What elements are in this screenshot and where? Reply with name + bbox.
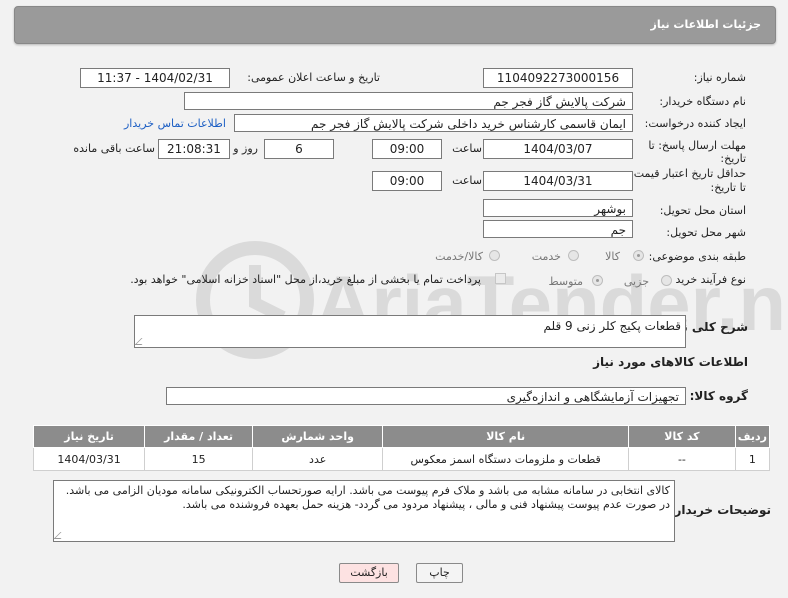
col-unit: واحد شمارش xyxy=(252,425,384,448)
city-field[interactable]: جم xyxy=(483,220,633,238)
goods-group-label: گروه کالا: xyxy=(689,389,748,403)
back-button[interactable]: بازگشت xyxy=(339,563,399,583)
treasury-payment-note: پرداخت تمام یا بخشی از مبلغ خرید،از محل … xyxy=(130,273,481,286)
cell-qty: 15 xyxy=(144,447,254,471)
validity-time-field[interactable]: 09:00 xyxy=(372,171,442,191)
col-code: کد کالا xyxy=(628,425,736,448)
remaining-time-label: ساعت باقی مانده xyxy=(73,142,155,155)
deadline-time-label: ساعت xyxy=(452,142,482,155)
goods-group-field[interactable]: تجهیزات آزمایشگاهی و اندازه‌گیری xyxy=(166,387,686,405)
remaining-time-field[interactable]: 21:08:31 xyxy=(158,139,230,159)
watermark-logo: AriaTender.neT xyxy=(196,241,785,359)
col-row: ردیف xyxy=(734,425,771,448)
buyer-notes-label: توضیحات خریدار: xyxy=(669,503,771,517)
col-date: تاریخ نیاز xyxy=(32,425,146,448)
buyer-notes-text: کالای انتخابی در سامانه مشابه می باشد و … xyxy=(65,484,670,511)
process-option-medium: متوسط xyxy=(548,275,583,288)
process-option-minor: جزیی xyxy=(623,275,649,288)
print-button[interactable]: چاپ xyxy=(416,563,463,583)
need-number-label: شماره نیاز: xyxy=(693,71,746,84)
validity-label: حداقل تاریخ اعتبار قیمت: xyxy=(630,167,746,180)
validity-label-2: تا تاریخ: xyxy=(710,181,746,194)
resize-grip-icon[interactable] xyxy=(53,532,68,539)
validity-time-label: ساعت xyxy=(452,174,482,187)
category-option-service: خدمت xyxy=(531,250,561,263)
category-radio-goods-service[interactable] xyxy=(489,250,500,261)
deadline-label-2: تاریخ: xyxy=(720,152,746,165)
announce-date-label: تاریخ و ساعت اعلان عمومی: xyxy=(247,71,380,84)
cell-row: 1 xyxy=(734,447,771,471)
resize-grip-icon[interactable] xyxy=(134,338,149,345)
process-type-label: نوع فرآیند خرید : xyxy=(668,273,746,286)
province-label: استان محل تحویل: xyxy=(659,204,746,217)
table-row[interactable]: 1 -- قطعات و ملزومات دستگاه اسمز معکوس ع… xyxy=(32,447,771,471)
category-label: طبقه بندی موضوعی: xyxy=(648,250,746,263)
treasury-payment-checkbox[interactable] xyxy=(495,273,506,284)
city-label: شهر محل تحویل: xyxy=(666,226,746,239)
province-field[interactable]: بوشهر xyxy=(483,199,633,217)
buyer-notes-field[interactable]: کالای انتخابی در سامانه مشابه می باشد و … xyxy=(53,480,675,542)
goods-section-title: اطلاعات کالاهای مورد نیاز xyxy=(593,355,748,369)
process-radio-medium[interactable] xyxy=(592,275,603,286)
creator-field[interactable]: ایمان قاسمی کارشناس خرید داخلی شرکت پالا… xyxy=(234,114,633,132)
contact-info-link[interactable]: اطلاعات تماس خریدار xyxy=(124,117,226,130)
days-label: روز و xyxy=(233,142,258,155)
col-qty: تعداد / مقدار xyxy=(144,425,254,448)
creator-label: ایجاد کننده درخواست: xyxy=(644,117,746,130)
goods-table: ردیف کد کالا نام کالا واحد شمارش تعداد /… xyxy=(32,425,771,471)
deadline-label: مهلت ارسال پاسخ: تا xyxy=(648,139,746,152)
deadline-time-field[interactable]: 09:00 xyxy=(372,139,442,159)
cell-date: 1404/03/31 xyxy=(32,447,146,471)
goods-table-header: ردیف کد کالا نام کالا واحد شمارش تعداد /… xyxy=(32,425,771,448)
cell-unit: عدد xyxy=(252,447,384,471)
buyer-label: نام دستگاه خریدار: xyxy=(659,95,746,108)
description-field[interactable]: قطعات پکیج کلر زنی 9 قلم xyxy=(134,315,686,348)
description-text: قطعات پکیج کلر زنی 9 قلم xyxy=(543,319,681,333)
page-title: جزئیات اطلاعات نیاز xyxy=(650,18,762,31)
validity-date-field[interactable]: 1404/03/31 xyxy=(483,171,633,191)
category-option-goods: کالا xyxy=(605,250,620,263)
announce-date-field[interactable]: 1404/02/31 - 11:37 xyxy=(80,68,230,88)
col-name: نام کالا xyxy=(382,425,630,448)
category-radio-goods[interactable] xyxy=(633,250,644,261)
deadline-date-field[interactable]: 1404/03/07 xyxy=(483,139,633,159)
need-number-field[interactable]: 1104092273000156 xyxy=(483,68,633,88)
process-radio-minor[interactable] xyxy=(661,275,672,286)
cell-name: قطعات و ملزومات دستگاه اسمز معکوس xyxy=(382,447,630,471)
buyer-field[interactable]: شرکت پالایش گاز فجر جم xyxy=(184,92,633,110)
remaining-days-field[interactable]: 6 xyxy=(264,139,334,159)
category-option-goods-service: کالا/خدمت xyxy=(435,250,483,263)
header-panel: جزئیات اطلاعات نیاز xyxy=(14,6,776,44)
cell-code: -- xyxy=(628,447,736,471)
category-radio-service[interactable] xyxy=(568,250,579,261)
